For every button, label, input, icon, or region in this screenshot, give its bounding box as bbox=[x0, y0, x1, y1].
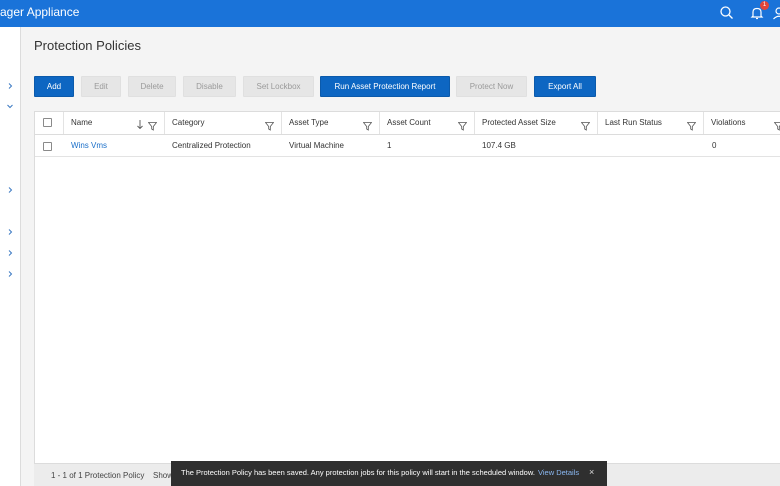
policy-name-link[interactable]: Wins Vms bbox=[71, 135, 107, 157]
bell-icon[interactable]: 1 bbox=[748, 1, 769, 22]
protection-policies-table: Name Category Asset Type Asset Count Pro… bbox=[34, 111, 780, 486]
column-protected-size-label: Protected Asset Size bbox=[482, 118, 556, 127]
filter-icon[interactable] bbox=[362, 118, 373, 131]
filter-icon[interactable] bbox=[457, 118, 468, 131]
column-name[interactable]: Name bbox=[64, 112, 165, 134]
export-all-button[interactable]: Export All bbox=[534, 76, 596, 97]
column-asset-type-label: Asset Type bbox=[289, 118, 329, 127]
view-details-link[interactable]: View Details bbox=[538, 468, 579, 477]
filter-icon[interactable] bbox=[147, 118, 158, 131]
app-title: ager Appliance bbox=[0, 5, 80, 19]
asset-count-cell: 1 bbox=[387, 141, 392, 150]
protect-now-button[interactable]: Protect Now bbox=[456, 76, 527, 97]
close-icon[interactable]: × bbox=[589, 467, 594, 477]
user-icon[interactable] bbox=[770, 4, 780, 22]
asset-type-cell: Virtual Machine bbox=[289, 141, 344, 150]
run-asset-protection-report-button[interactable]: Run Asset Protection Report bbox=[320, 76, 450, 97]
protected-size-cell: 107.4 GB bbox=[482, 141, 516, 150]
filter-icon[interactable] bbox=[264, 118, 275, 131]
column-violations[interactable]: Violations bbox=[704, 112, 780, 134]
disable-button[interactable]: Disable bbox=[183, 76, 236, 97]
toast-message: The Protection Policy has been saved. An… bbox=[181, 468, 535, 477]
column-category[interactable]: Category bbox=[165, 112, 282, 134]
column-name-label: Name bbox=[71, 118, 93, 127]
nav-expand-icon[interactable] bbox=[6, 270, 14, 278]
nav-expand-icon[interactable] bbox=[6, 82, 14, 90]
column-protected-asset-size[interactable]: Protected Asset Size bbox=[475, 112, 598, 134]
column-last-run-status[interactable]: Last Run Status bbox=[598, 112, 704, 134]
category-cell: Centralized Protection bbox=[172, 141, 251, 150]
add-button[interactable]: Add bbox=[34, 76, 74, 97]
row-checkbox[interactable] bbox=[43, 142, 52, 151]
violations-cell: 0 bbox=[712, 141, 717, 150]
nav-expand-icon[interactable] bbox=[6, 186, 14, 194]
edit-button[interactable]: Edit bbox=[81, 76, 121, 97]
notification-badge: 1 bbox=[760, 1, 769, 10]
filter-icon[interactable] bbox=[686, 118, 697, 131]
column-asset-count-label: Asset Count bbox=[387, 118, 431, 127]
table-row[interactable]: Wins Vms Centralized Protection Virtual … bbox=[35, 135, 780, 157]
column-last-run-label: Last Run Status bbox=[605, 118, 662, 127]
filter-icon[interactable] bbox=[580, 118, 591, 131]
page-title: Protection Policies bbox=[34, 38, 141, 53]
select-all-checkbox[interactable] bbox=[43, 118, 52, 127]
table-header: Name Category Asset Type Asset Count Pro… bbox=[35, 112, 780, 135]
header-select-cell bbox=[35, 112, 64, 134]
column-asset-type[interactable]: Asset Type bbox=[282, 112, 380, 134]
record-count: 1 - 1 of 1 Protection Policy bbox=[51, 471, 145, 480]
column-asset-count[interactable]: Asset Count bbox=[380, 112, 475, 134]
top-bar: ager Appliance 1 bbox=[0, 0, 780, 27]
page-size-label: Show bbox=[153, 471, 174, 480]
sort-descending-icon[interactable] bbox=[136, 117, 144, 130]
nav-collapse-icon[interactable] bbox=[6, 102, 14, 110]
nav-expand-icon[interactable] bbox=[6, 228, 14, 236]
set-lockbox-button[interactable]: Set Lockbox bbox=[243, 76, 314, 97]
search-icon[interactable] bbox=[718, 4, 736, 22]
toast-notification: The Protection Policy has been saved. An… bbox=[171, 461, 607, 486]
column-category-label: Category bbox=[172, 118, 205, 127]
filter-icon[interactable] bbox=[773, 118, 780, 131]
delete-button[interactable]: Delete bbox=[128, 76, 176, 97]
column-violations-label: Violations bbox=[711, 118, 746, 127]
left-nav bbox=[0, 27, 21, 486]
nav-expand-icon[interactable] bbox=[6, 249, 14, 257]
